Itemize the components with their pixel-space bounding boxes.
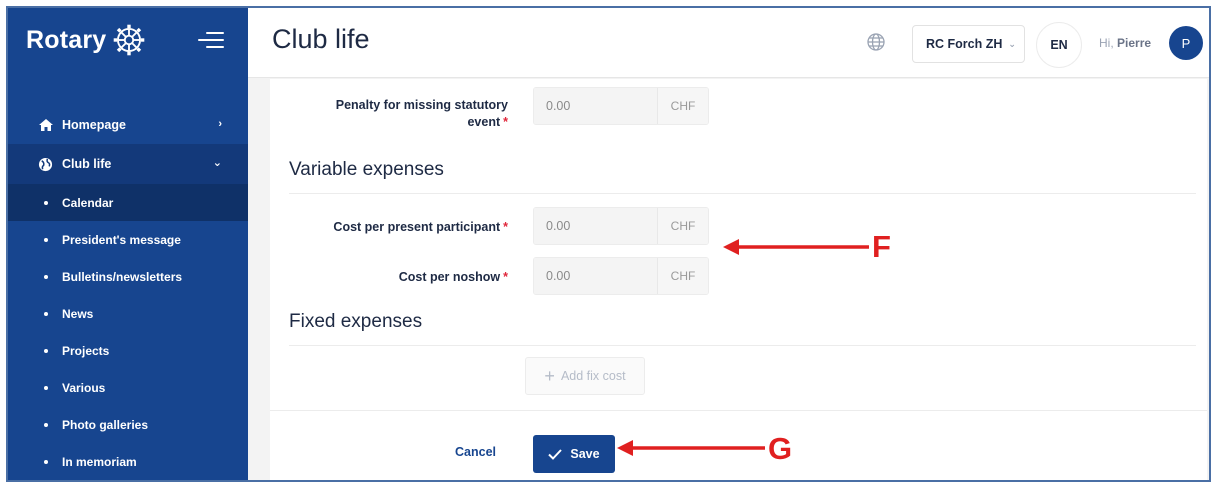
currency-addon: CHF xyxy=(657,88,708,124)
brand-name: Rotary xyxy=(26,25,107,54)
language-button[interactable]: EN xyxy=(1036,22,1082,68)
divider xyxy=(289,193,1196,194)
cost-present-label-text: Cost per present participant xyxy=(333,220,501,234)
sidebar-subitem-photo-galleries[interactable]: Photo galleries xyxy=(8,406,248,443)
save-button[interactable]: Save xyxy=(533,435,615,473)
required-mark: * xyxy=(503,220,508,234)
cost-present-label: Cost per present participant * xyxy=(290,219,508,236)
user-name: Pierre xyxy=(1117,36,1152,50)
content-panel: Penalty for missing statutory event* CHF… xyxy=(270,79,1207,480)
bullet-icon xyxy=(44,422,48,427)
cost-noshow-label-text: Cost per noshow xyxy=(398,270,501,284)
globe-icon[interactable] xyxy=(866,32,886,52)
sidebar-subitem-label: Bulletins/newsletters xyxy=(62,269,183,284)
sidebar-item-label: Homepage xyxy=(62,118,126,132)
bullet-icon xyxy=(44,237,48,242)
required-mark: * xyxy=(503,115,508,129)
sidebar-subitem-news[interactable]: News xyxy=(8,295,248,332)
penalty-input[interactable] xyxy=(534,88,657,124)
currency-addon: CHF xyxy=(657,258,708,294)
add-fix-cost-button[interactable]: + Add fix cost xyxy=(525,357,645,395)
required-mark: * xyxy=(503,270,508,284)
sidebar-subitem-label: In memoriam xyxy=(62,454,137,469)
sidebar-subitem-label: Various xyxy=(62,380,106,395)
penalty-label-line2: event xyxy=(467,115,501,129)
cost-noshow-input[interactable] xyxy=(534,258,657,294)
bullet-icon xyxy=(44,311,48,316)
menu-toggle-icon[interactable] xyxy=(198,32,226,54)
avatar-initial: P xyxy=(1181,35,1191,51)
globe-icon xyxy=(38,157,56,172)
bullet-icon xyxy=(44,274,48,279)
avatar[interactable]: P xyxy=(1169,26,1203,60)
sidebar-subitem-label: Projects xyxy=(62,343,110,358)
penalty-label: Penalty for missing statutory event * xyxy=(290,97,508,131)
fixed-expenses-heading: Fixed expenses xyxy=(289,311,423,332)
sidebar-subitem-presidents-message[interactable]: President's message xyxy=(8,221,248,258)
sidebar-item-homepage[interactable]: Homepage › xyxy=(8,106,248,144)
currency-addon: CHF xyxy=(657,208,708,244)
annotation-g: G xyxy=(768,431,793,466)
variable-expenses-heading: Variable expenses xyxy=(289,159,444,180)
greeting-prefix: Hi, xyxy=(1099,36,1114,50)
arrow-f-icon xyxy=(723,239,869,255)
page-title: Club life xyxy=(272,24,370,54)
bullet-icon xyxy=(44,348,48,353)
cost-present-input[interactable] xyxy=(534,208,657,244)
sidebar-subitem-in-memoriam[interactable]: In memoriam xyxy=(8,443,248,480)
top-bar: Club life RC Forch ZH ⌄ EN Hi, Pierre P xyxy=(248,8,1209,78)
chevron-right-icon: › xyxy=(218,118,222,130)
cancel-button[interactable]: Cancel xyxy=(455,445,496,459)
plus-icon: + xyxy=(544,366,555,386)
sidebar-subitem-projects[interactable]: Projects xyxy=(8,332,248,369)
sidebar-item-label: Club life xyxy=(62,157,112,171)
sidebar-subitem-label: News xyxy=(62,306,94,321)
sidebar-subitem-label: President's message xyxy=(62,232,181,247)
cost-noshow-label: Cost per noshow * xyxy=(290,269,508,286)
sidebar-subitem-bulletins[interactable]: Bulletins/newsletters xyxy=(8,258,248,295)
cost-noshow-input-group: CHF xyxy=(533,257,709,295)
bullet-icon xyxy=(44,459,48,464)
chevron-down-icon: ⌄ xyxy=(212,157,222,169)
arrow-g-icon xyxy=(617,440,765,456)
penalty-label-line1: Penalty for missing statutory xyxy=(335,98,508,112)
divider xyxy=(289,345,1196,346)
club-select-value: RC Forch ZH xyxy=(926,37,1003,51)
language-label: EN xyxy=(1050,38,1068,52)
chevron-down-icon: ⌄ xyxy=(1008,38,1016,49)
club-select[interactable]: RC Forch ZH ⌄ xyxy=(912,25,1025,63)
check-icon xyxy=(548,448,563,460)
user-greeting: Hi, Pierre xyxy=(1099,36,1151,50)
annotation-f: F xyxy=(872,229,891,264)
home-icon xyxy=(38,118,56,132)
rotary-wheel-icon xyxy=(114,24,145,56)
app-window: Rotary Homepage › Club life ⌄ Calendar P… xyxy=(6,6,1211,482)
penalty-input-group: CHF xyxy=(533,87,709,125)
sidebar-item-club-life[interactable]: Club life ⌄ xyxy=(8,144,248,184)
bullet-icon xyxy=(44,200,48,205)
sidebar-nav: Homepage › Club life ⌄ Calendar Presiden… xyxy=(8,106,248,480)
sidebar-subitem-various[interactable]: Various xyxy=(8,369,248,406)
add-fix-cost-label: Add fix cost xyxy=(560,369,626,383)
divider xyxy=(270,410,1207,411)
sidebar: Rotary Homepage › Club life ⌄ Calendar P… xyxy=(8,8,248,480)
sidebar-subitem-calendar[interactable]: Calendar xyxy=(8,184,248,221)
sidebar-subitem-label: Photo galleries xyxy=(62,417,149,432)
sidebar-subitem-label: Calendar xyxy=(62,195,114,210)
save-label: Save xyxy=(570,447,600,461)
cost-present-input-group: CHF xyxy=(533,207,709,245)
rotary-logo[interactable]: Rotary xyxy=(26,20,146,60)
bullet-icon xyxy=(44,385,48,390)
